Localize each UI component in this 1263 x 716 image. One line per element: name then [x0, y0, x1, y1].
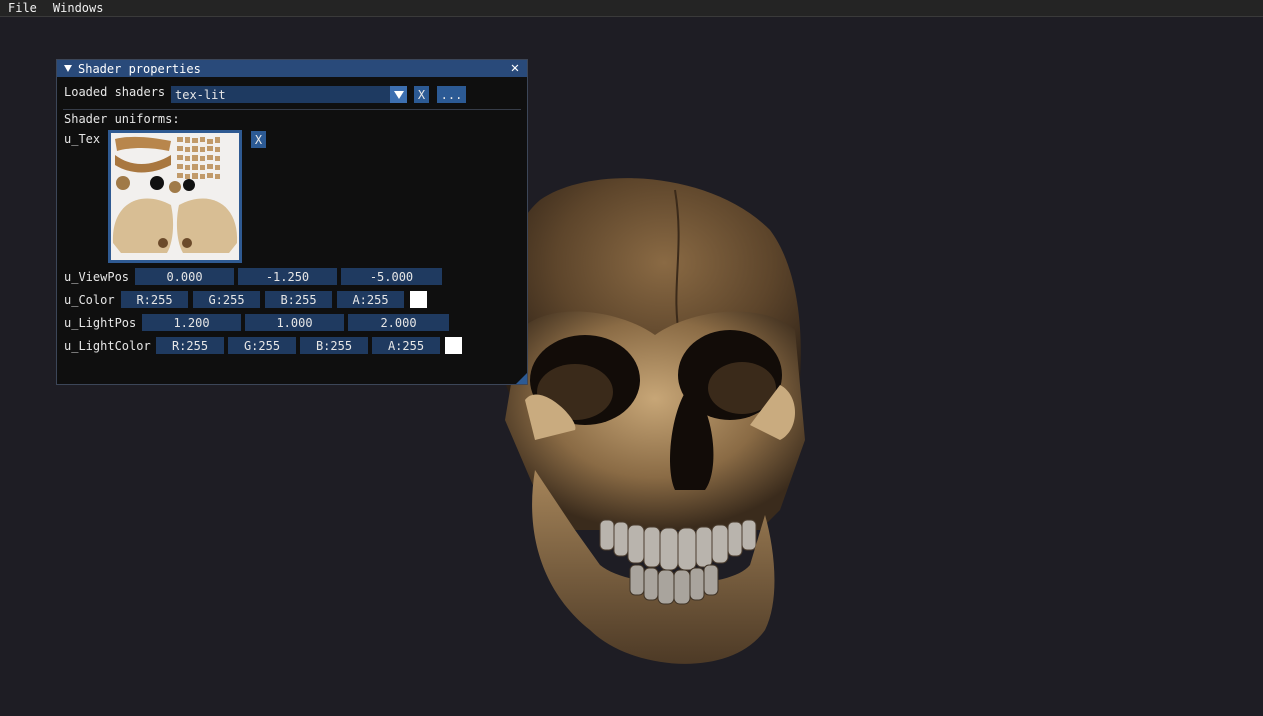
u-lightpos-label: u_LightPos [64, 316, 137, 330]
menu-file[interactable]: File [0, 0, 45, 16]
lightcolor-g-field[interactable]: G:255 [228, 337, 296, 354]
resize-grip[interactable] [516, 373, 527, 384]
u-color-label: u_Color [64, 293, 115, 307]
lightpos-y-field[interactable]: 1.000 [245, 314, 344, 331]
separator [63, 109, 521, 110]
color-g-field[interactable]: G:255 [193, 291, 260, 308]
color-b-field[interactable]: B:255 [265, 291, 332, 308]
shader-properties-window[interactable]: Shader properties ✕ Loaded shaders tex-l… [56, 59, 528, 385]
more-shaders-button[interactable]: ... [437, 86, 466, 103]
lightcolor-r-field[interactable]: R:255 [156, 337, 224, 354]
menu-windows[interactable]: Windows [45, 0, 112, 16]
color-r-field[interactable]: R:255 [121, 291, 188, 308]
shader-select-value: tex-lit [175, 87, 226, 102]
lightpos-x-field[interactable]: 1.200 [142, 314, 241, 331]
color-a-field[interactable]: A:255 [337, 291, 404, 308]
loaded-shaders-label: Loaded shaders [64, 85, 166, 99]
texture-image [111, 133, 239, 260]
viewpos-y-field[interactable]: -1.250 [238, 268, 337, 285]
window-title-bar[interactable]: Shader properties ✕ [57, 60, 527, 77]
lightpos-z-field[interactable]: 2.000 [348, 314, 449, 331]
clear-texture-button[interactable]: X [251, 131, 266, 148]
u-tex-label: u_Tex [64, 132, 101, 146]
u-viewpos-label: u_ViewPos [64, 270, 130, 284]
shader-select[interactable]: tex-lit [171, 86, 407, 103]
viewpos-z-field[interactable]: -5.000 [341, 268, 442, 285]
lightcolor-b-field[interactable]: B:255 [300, 337, 368, 354]
shader-select-arrow[interactable] [390, 86, 407, 103]
u-lightcolor-label: u_LightColor [64, 339, 151, 353]
close-icon[interactable]: ✕ [508, 61, 522, 75]
menu-bar: File Windows [0, 0, 1263, 17]
lightcolor-swatch[interactable] [445, 337, 462, 354]
lightcolor-a-field[interactable]: A:255 [372, 337, 440, 354]
texture-thumbnail[interactable] [108, 130, 242, 263]
collapse-arrow-icon[interactable] [64, 65, 72, 72]
uniforms-heading: Shader uniforms: [64, 112, 180, 126]
remove-shader-button[interactable]: X [414, 86, 429, 103]
color-swatch[interactable] [410, 291, 427, 308]
window-title: Shader properties [78, 61, 201, 76]
skull-model [480, 170, 820, 690]
viewpos-x-field[interactable]: 0.000 [135, 268, 234, 285]
chevron-down-icon [393, 90, 404, 99]
